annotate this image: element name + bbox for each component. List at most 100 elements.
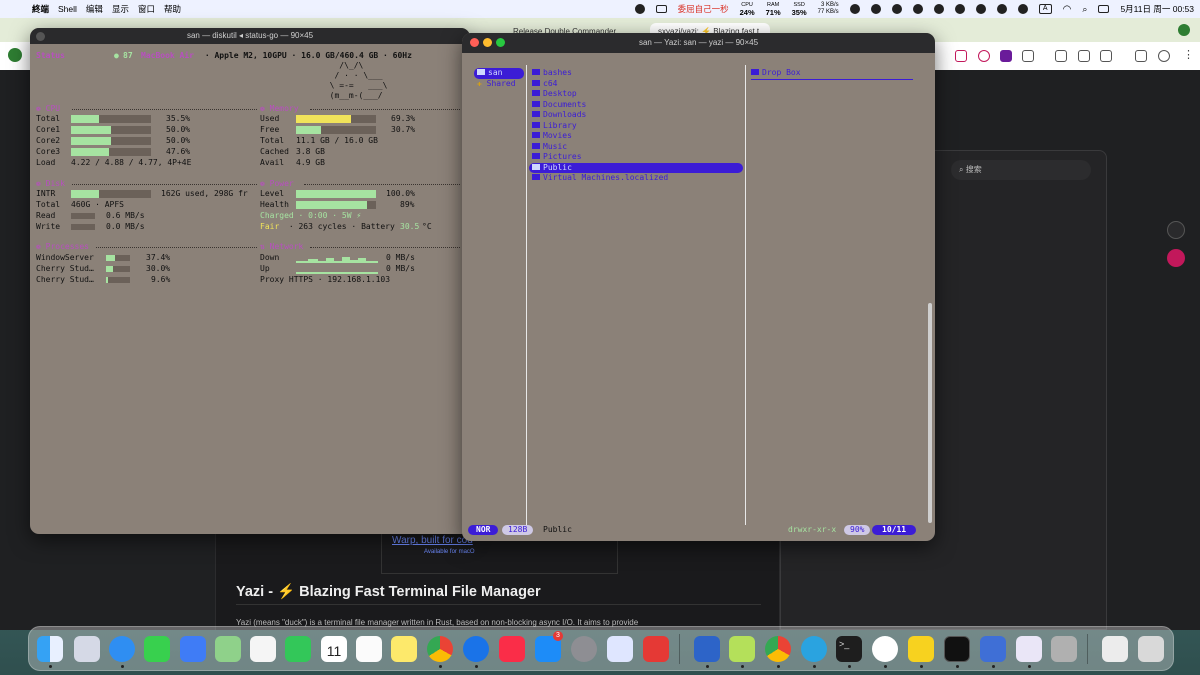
- ad-title[interactable]: Warp, built for cod: [392, 535, 473, 546]
- entry-downloads[interactable]: Downloads: [529, 110, 743, 121]
- parent-entry-san[interactable]: san: [474, 68, 524, 79]
- ssd-meter[interactable]: SSD 35%: [792, 2, 807, 17]
- telegram-icon[interactable]: [801, 636, 827, 662]
- terminal-icon[interactable]: >_: [836, 636, 862, 662]
- finder-icon[interactable]: [37, 636, 63, 662]
- menu-edit[interactable]: 编辑: [86, 3, 112, 15]
- chrome-icon[interactable]: [765, 636, 791, 662]
- entry-bashes[interactable]: bashes: [529, 68, 743, 79]
- chrome-dev-icon[interactable]: [463, 636, 489, 662]
- back-icon[interactable]: [8, 48, 22, 62]
- iphone-mirroring-icon[interactable]: [607, 636, 633, 662]
- tray-icon-4[interactable]: [912, 4, 923, 14]
- running-dot: [706, 665, 709, 668]
- menu-help[interactable]: 帮助: [164, 3, 190, 15]
- tray-text[interactable]: 委屈自己一秒: [678, 3, 729, 15]
- more-icon[interactable]: ⋮: [1183, 48, 1194, 61]
- tray-icon-9[interactable]: [1017, 4, 1028, 14]
- scrollbar[interactable]: [928, 303, 932, 523]
- notes-icon[interactable]: [391, 636, 417, 662]
- process-bar: [106, 277, 130, 283]
- parent-entry-shared[interactable]: ✚ Shared: [474, 79, 524, 90]
- network-meter[interactable]: 3 KB/s 77 KB/s: [818, 2, 839, 16]
- chrome-icon[interactable]: [427, 636, 453, 662]
- toolbar-icon-a[interactable]: [1055, 50, 1067, 62]
- download-icon[interactable]: [1135, 50, 1147, 62]
- menu-view[interactable]: 显示: [112, 3, 138, 15]
- rocket-icon[interactable]: [1016, 636, 1042, 662]
- ram-meter[interactable]: RAM 71%: [766, 2, 781, 17]
- entry-public-selected[interactable]: Public: [529, 162, 743, 173]
- tab-dropdown-icon[interactable]: [1178, 24, 1190, 36]
- app-icon[interactable]: [729, 636, 755, 662]
- extensions-puzzle-icon[interactable]: [1022, 50, 1034, 62]
- app-icon[interactable]: [908, 636, 934, 662]
- music-icon[interactable]: [499, 636, 525, 662]
- messages-icon[interactable]: [144, 636, 170, 662]
- menu-shell[interactable]: Shell: [58, 4, 86, 14]
- input-icon[interactable]: [1051, 636, 1077, 662]
- dock: 11 3 >_: [28, 626, 1174, 671]
- entry-c64[interactable]: c64: [529, 79, 743, 90]
- reminders-icon[interactable]: [356, 636, 382, 662]
- extension-icon-1[interactable]: [955, 50, 967, 62]
- menu-app-terminal[interactable]: 終端: [30, 3, 58, 15]
- tray-icon-7[interactable]: [975, 4, 986, 14]
- tray-icon-3[interactable]: [891, 4, 902, 14]
- maps-icon[interactable]: [215, 636, 241, 662]
- tray-icon-2[interactable]: [870, 4, 881, 14]
- app-icon[interactable]: [694, 636, 720, 662]
- cpu-meter[interactable]: CPU 24%: [740, 2, 755, 17]
- downloads-icon[interactable]: [1102, 636, 1128, 662]
- bar-fill: [296, 126, 321, 134]
- input-method-icon[interactable]: A: [1038, 4, 1052, 14]
- preview-entry-drop-box[interactable]: Drop Box: [751, 68, 913, 80]
- extension-icon-2[interactable]: [978, 50, 990, 62]
- settings-icon[interactable]: [571, 636, 597, 662]
- entry-music[interactable]: Music: [529, 142, 743, 153]
- clock[interactable]: 5月11日 周一 00:53: [1120, 3, 1194, 15]
- entry-pictures[interactable]: Pictures: [529, 152, 743, 163]
- control-center-icon[interactable]: [1098, 5, 1110, 13]
- entry-movies[interactable]: Movies: [529, 131, 743, 142]
- app-icon[interactable]: [643, 636, 669, 662]
- photos-icon[interactable]: [250, 636, 276, 662]
- tray-box-icon[interactable]: [655, 5, 667, 13]
- launchpad-icon[interactable]: [74, 636, 100, 662]
- trash-icon[interactable]: [1138, 636, 1164, 662]
- rail-translate-icon[interactable]: [1167, 249, 1185, 267]
- entry-desktop[interactable]: Desktop: [529, 89, 743, 100]
- entry-library[interactable]: Library: [529, 121, 743, 132]
- mail-icon[interactable]: [180, 636, 206, 662]
- app-icon[interactable]: [980, 636, 1006, 662]
- search-icon[interactable]: ⌕: [1082, 4, 1087, 15]
- tray-icon-1[interactable]: [849, 4, 860, 14]
- app-icon[interactable]: [872, 636, 898, 662]
- tray-icon-6[interactable]: [954, 4, 965, 14]
- profile-icon[interactable]: [1158, 50, 1170, 62]
- cpu-total-value: 35.5%: [166, 114, 191, 123]
- tray-icon-5[interactable]: [933, 4, 944, 14]
- entry-virtual-machines[interactable]: Virtual Machines.localized: [529, 173, 743, 184]
- process-name: Cherry Stud…: [36, 275, 94, 284]
- side-search-input[interactable]: ⌕ 搜索: [951, 160, 1091, 180]
- tray-icon-8[interactable]: [996, 4, 1007, 14]
- calendar-icon[interactable]: 11: [321, 636, 347, 662]
- scroll-percent: 90%: [844, 525, 871, 535]
- running-dot: [121, 665, 124, 668]
- facetime-icon[interactable]: [285, 636, 311, 662]
- safari-icon[interactable]: [109, 636, 135, 662]
- wifi-icon[interactable]: ◠: [1063, 4, 1072, 15]
- tray-app-icon[interactable]: [634, 4, 645, 14]
- link-icon[interactable]: [1078, 50, 1090, 62]
- ascii-line-4: (m__m-(___/: [320, 91, 383, 100]
- menu-window[interactable]: 窗口: [138, 3, 164, 15]
- article-heading: Yazi - ⚡ Blazing Fast Terminal File Mana…: [236, 584, 541, 600]
- extension-icon-3[interactable]: [1000, 50, 1012, 62]
- toolbar-icon-b[interactable]: [1100, 50, 1112, 62]
- current-column: bashes c64 Desktop Documents Downloads L…: [529, 68, 743, 184]
- entry-documents[interactable]: Documents: [529, 100, 743, 111]
- activity-monitor-icon[interactable]: [944, 636, 970, 662]
- rail-apps-icon[interactable]: [1167, 221, 1185, 239]
- process-name: WindowServer: [36, 253, 94, 262]
